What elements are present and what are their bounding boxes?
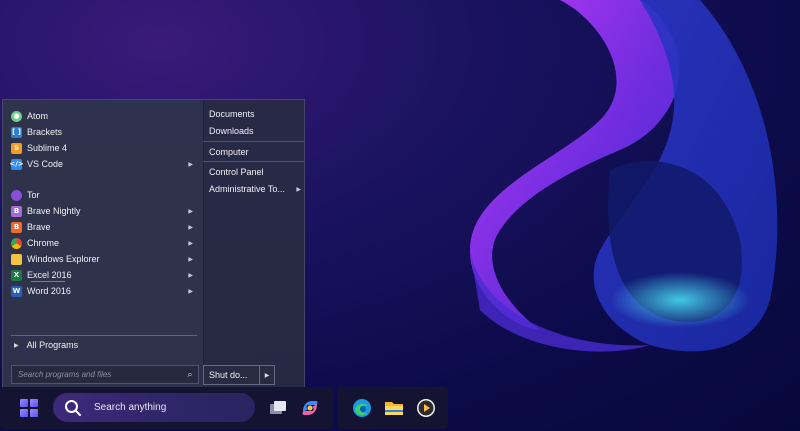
submenu-arrow-icon: ▶: [296, 186, 301, 193]
submenu-arrow-icon: ▶: [188, 161, 193, 168]
file-explorer-icon[interactable]: [383, 397, 405, 419]
program-brave[interactable]: B Brave ▶: [7, 219, 199, 235]
program-brackets[interactable]: [ ] Brackets: [7, 124, 199, 140]
sublime-icon: S: [11, 142, 22, 154]
search-icon: ⌕: [187, 369, 193, 379]
submenu-arrow-icon: ▶: [188, 272, 193, 279]
place-downloads[interactable]: Downloads: [209, 124, 303, 138]
taskbar-search[interactable]: Search anything: [53, 393, 255, 422]
brave-nightly-icon: B: [11, 205, 22, 217]
programs-pane: ● Atom [ ] Brackets S Sublime 4 </> VS C…: [3, 100, 204, 390]
separator: [203, 141, 304, 142]
submenu-arrow-icon: ▶: [188, 208, 193, 215]
vscode-icon: </>: [9, 158, 24, 170]
copilot-icon[interactable]: [299, 397, 321, 419]
excel-icon: X: [11, 269, 22, 281]
media-player-icon[interactable]: [415, 397, 437, 419]
separator: [11, 335, 197, 336]
edge-icon[interactable]: [351, 397, 373, 419]
place-control-panel[interactable]: Control Panel: [209, 165, 303, 179]
program-windows-explorer[interactable]: Windows Explorer ▶: [7, 251, 199, 267]
submenu-arrow-icon: ▶: [188, 224, 193, 231]
program-excel[interactable]: X Excel 2016 ▶: [7, 267, 199, 283]
program-word[interactable]: W Word 2016 ▶: [7, 283, 199, 299]
submenu-arrow-icon: ▶: [188, 240, 193, 247]
brave-icon: B: [11, 221, 22, 233]
tor-icon: [11, 189, 22, 201]
all-programs-button[interactable]: ▶ All Programs: [11, 338, 78, 352]
windows-logo-icon: [20, 399, 28, 407]
place-computer[interactable]: Computer: [209, 145, 303, 159]
separator: [203, 161, 304, 162]
folder-icon: [11, 253, 22, 265]
program-atom[interactable]: ● Atom: [7, 108, 199, 124]
start-search-input[interactable]: Search programs and files ⌕: [11, 365, 199, 384]
places-pane: Documents Downloads Computer Control Pan…: [203, 100, 304, 390]
place-documents[interactable]: Documents: [209, 107, 303, 121]
shutdown-button[interactable]: Shut do... ▶: [203, 365, 275, 385]
submenu-arrow-icon: ▶: [188, 288, 193, 295]
start-menu: ● Atom [ ] Brackets S Sublime 4 </> VS C…: [2, 99, 305, 391]
program-brave-nightly[interactable]: B Brave Nightly ▶: [7, 203, 199, 219]
chrome-icon: [11, 237, 22, 249]
program-vscode[interactable]: </> VS Code ▶: [7, 156, 199, 172]
task-view-icon[interactable]: [267, 397, 289, 419]
expand-arrow-icon: ▶: [14, 342, 19, 349]
program-chrome[interactable]: Chrome ▶: [7, 235, 199, 251]
atom-icon: ●: [11, 110, 22, 122]
search-icon: [64, 399, 82, 417]
program-sublime[interactable]: S Sublime 4: [7, 140, 199, 156]
start-button[interactable]: [20, 399, 38, 417]
place-administrative-tools[interactable]: Administrative To... ▶: [209, 182, 303, 196]
program-tor[interactable]: Tor: [7, 187, 199, 203]
shutdown-options-arrow-icon[interactable]: ▶: [259, 366, 274, 384]
brackets-icon: [ ]: [11, 126, 22, 138]
word-icon: W: [11, 285, 22, 297]
submenu-arrow-icon: ▶: [188, 256, 193, 263]
